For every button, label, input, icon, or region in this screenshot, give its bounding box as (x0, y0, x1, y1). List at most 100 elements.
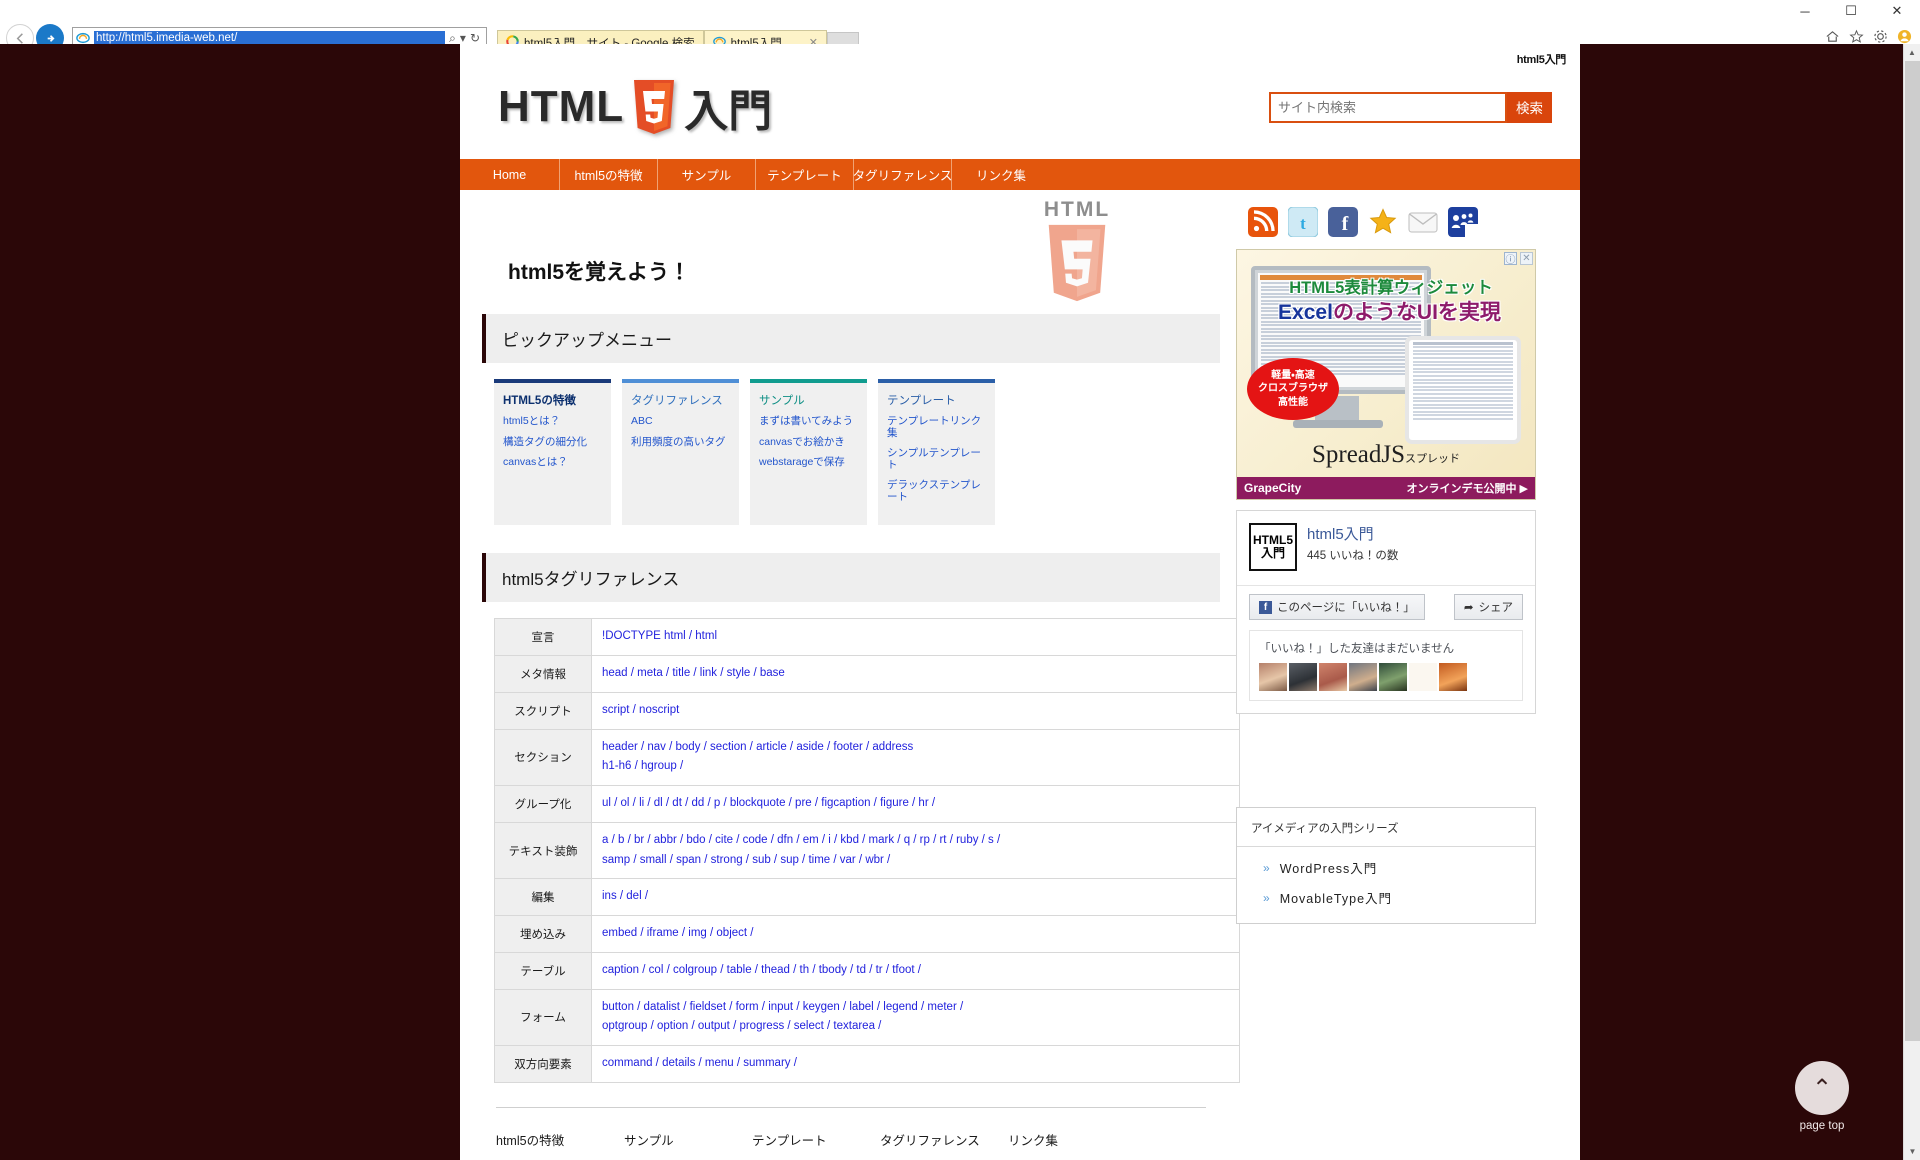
table-row: フォーム button / datalist / fieldset / form… (494, 988, 1240, 1047)
pickup-card-templates: テンプレート テンプレートリンク集 シンプルテンプレート デラックステンプレート (878, 379, 995, 526)
main-column: html5を覚えよう！ HTML ピックアップメニュー HTML5の特徴 htm… (460, 190, 1240, 1160)
vertical-scrollbar[interactable]: ▲ ▼ (1903, 44, 1920, 1160)
facebook-avatar-strip (1259, 663, 1513, 691)
tag-list[interactable]: script / noscript (591, 691, 1240, 730)
scroll-up-arrow-icon[interactable]: ▲ (1904, 44, 1920, 61)
ad-close-icon[interactable]: ✕ (1520, 252, 1533, 265)
pickup-link[interactable]: canvasでお絵かき (759, 436, 858, 449)
title-bar: ─ ☐ ✕ (0, 0, 1920, 22)
facebook-like-widget: HTML5 入門 html5入門 445 いいね！の数 f このページに「いいね… (1236, 510, 1536, 714)
pickup-link[interactable]: ABC (631, 415, 730, 428)
search-input[interactable] (1269, 91, 1507, 123)
footer-link-features[interactable]: html5の特徴 (496, 1130, 624, 1149)
footer-link-tagreference[interactable]: タグリファレンス (880, 1130, 1008, 1149)
maximize-button[interactable]: ☐ (1828, 0, 1874, 22)
series-widget: アイメディアの入門シリーズ » WordPress入門 » MovableTyp… (1236, 807, 1536, 924)
pickup-link[interactable]: 構造タグの細分化 (503, 436, 602, 449)
pickup-card-tagreference: タグリファレンス ABC 利用頻度の高いタグ (622, 379, 739, 526)
pickup-card-row: HTML5の特徴 html5とは？ 構造タグの細分化 canvasとは？ タグリ… (474, 379, 1220, 526)
myspace-icon[interactable] (1448, 207, 1478, 237)
nav-item-samples[interactable]: サンプル (658, 159, 756, 190)
facebook-like-button[interactable]: f このページに「いいね！」 (1249, 594, 1425, 620)
page-top-button[interactable]: ⌃ page top (1782, 1061, 1862, 1132)
pickup-link[interactable]: webstarageで保存 (759, 457, 858, 469)
tag-list[interactable]: embed / iframe / img / object / (591, 915, 1240, 953)
avatar[interactable] (1379, 663, 1407, 691)
avatar[interactable] (1349, 663, 1377, 691)
close-button[interactable]: ✕ (1874, 0, 1920, 22)
ad-headline-2: ExcelのようなUIを実現 (1247, 296, 1532, 326)
facebook-page-name[interactable]: html5入門 (1307, 523, 1398, 544)
facebook-icon[interactable]: f (1328, 207, 1358, 237)
ad-tablet-image (1405, 336, 1521, 444)
pickup-link[interactable]: テンプレートリンク集 (887, 415, 986, 439)
avatar[interactable] (1439, 663, 1467, 691)
nav-item-templates[interactable]: テンプレート (756, 159, 854, 190)
tag-category: フォーム (494, 988, 592, 1047)
tag-list[interactable]: ins / del / (591, 878, 1240, 917)
avatar[interactable] (1319, 663, 1347, 691)
series-item-movabletype[interactable]: » MovableType入門 (1237, 877, 1535, 907)
logo-text: HTML (498, 82, 625, 131)
nav-item-links[interactable]: リンク集 (952, 159, 1050, 190)
minimize-button[interactable]: ─ (1782, 0, 1828, 22)
tag-list[interactable]: !DOCTYPE html / html (591, 618, 1240, 657)
tag-list[interactable]: command / details / menu / summary / (591, 1045, 1240, 1083)
facebook-page-avatar: HTML5 入門 (1249, 523, 1297, 571)
rss-icon[interactable] (1248, 207, 1278, 237)
ad-badge-line3: 高性能 (1278, 396, 1308, 408)
nav-item-tagreference[interactable]: タグリファレンス (853, 159, 952, 190)
favorite-star-icon[interactable] (1368, 207, 1398, 237)
ad-cta-text[interactable]: オンラインデモ公開中 ▶ (1406, 480, 1528, 496)
avatar[interactable] (1289, 663, 1317, 691)
search-button[interactable]: 検索 (1507, 91, 1552, 123)
email-icon[interactable] (1408, 207, 1438, 237)
site-topline: html5入門 (1516, 54, 1567, 66)
table-row: 宣言 !DOCTYPE html / html (494, 618, 1240, 657)
ad-monitor-base (1293, 420, 1383, 428)
tag-list[interactable]: a / b / br / abbr / bdo / cite / code / … (591, 821, 1240, 880)
pickup-link[interactable]: まずは書いてみよう (759, 415, 858, 428)
pickup-link[interactable]: 利用頻度の高いタグ (631, 436, 730, 449)
pickup-link[interactable]: html5とは？ (503, 415, 602, 428)
chevron-right-icon: » (1263, 860, 1271, 875)
ad-footer-bar: GrapeCity オンラインデモ公開中 ▶ (1237, 477, 1535, 499)
tag-list[interactable]: ul / ol / li / dl / dt / dd / p / blockq… (591, 785, 1240, 823)
tag-list[interactable]: head / meta / title / link / style / bas… (591, 655, 1240, 693)
footer-link-links[interactable]: リンク集 (1008, 1130, 1136, 1149)
twitter-icon[interactable]: t (1287, 206, 1319, 238)
site-search: 検索 (1269, 91, 1552, 123)
tag-list[interactable]: header / nav / body / section / article … (591, 728, 1240, 787)
facebook-page-header: HTML5 入門 html5入門 445 いいね！の数 (1237, 511, 1535, 585)
pickup-card-title: タグリファレンス (631, 395, 723, 407)
ad-headline-1: HTML5表計算ウィジェット (1289, 279, 1493, 297)
scroll-down-arrow-icon[interactable]: ▼ (1904, 1143, 1920, 1160)
series-item-label: WordPress入門 (1279, 862, 1378, 876)
scrollbar-thumb[interactable] (1905, 61, 1920, 1041)
tag-list[interactable]: button / datalist / fieldset / form / in… (591, 988, 1240, 1047)
pickup-link[interactable]: デラックステンプレート (887, 479, 986, 503)
avatar[interactable] (1409, 663, 1437, 691)
nav-item-home[interactable]: Home (460, 159, 560, 190)
pickup-card-title: HTML5の特徴 (503, 395, 576, 407)
advertisement-banner[interactable]: ⓘ ✕ HTML5表計算ウィジェット ExcelのようなUIを実現 軽量・高速 … (1236, 249, 1536, 500)
chevron-down-icon[interactable]: ▾ (460, 31, 466, 45)
pickup-link[interactable]: シンプルテンプレート (887, 447, 986, 471)
refresh-icon[interactable]: ↻ (470, 31, 480, 45)
ad-info-icon[interactable]: ⓘ (1504, 252, 1517, 266)
site-logo[interactable]: HTML 入門 (498, 75, 772, 139)
site-navigation: Home html5の特徴 サンプル テンプレート タグリファレンス リンク集 (460, 159, 1580, 190)
facebook-share-button[interactable]: ➦ シェア (1453, 594, 1523, 620)
footer-link-samples[interactable]: サンプル (624, 1130, 752, 1149)
avatar[interactable] (1259, 663, 1287, 691)
svg-text:f: f (1342, 213, 1349, 235)
footer-link-templates[interactable]: テンプレート (752, 1130, 880, 1149)
nav-item-features[interactable]: html5の特徴 (560, 159, 658, 190)
hero-html5-logo: HTML (1036, 198, 1118, 309)
avatar-line2: 入門 (1260, 546, 1285, 560)
series-item-wordpress[interactable]: » WordPress入門 (1237, 847, 1535, 877)
tag-list[interactable]: caption / col / colgroup / table / thead… (591, 951, 1240, 990)
pickup-link[interactable]: canvasとは？ (503, 457, 602, 469)
url-text[interactable]: http://html5.imedia-web.net/ (94, 31, 446, 45)
tag-category: 宣言 (494, 618, 592, 657)
